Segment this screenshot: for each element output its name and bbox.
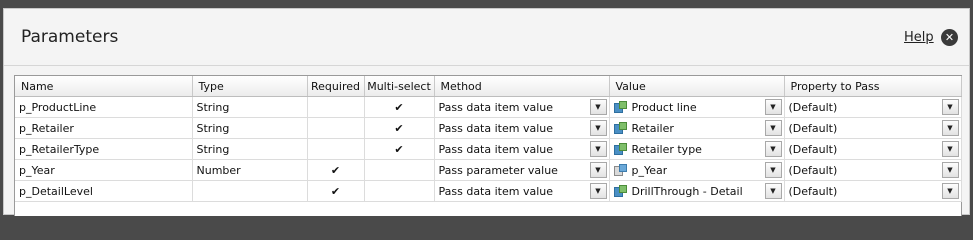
param-type (192, 180, 308, 202)
help-link[interactable]: Help (904, 30, 934, 45)
chevron-down-icon[interactable]: ▼ (589, 141, 607, 157)
multi-select-check-icon: ✔ (394, 100, 404, 114)
param-name[interactable]: p_ProductLine (15, 96, 193, 118)
value-dropdown[interactable]: Product line ▼ (609, 96, 785, 118)
required-cell[interactable] (307, 117, 365, 139)
column-header-value[interactable]: Value (609, 76, 785, 97)
chevron-down-icon[interactable]: ▼ (589, 120, 607, 136)
method-dropdown[interactable]: Pass data item value ▼ (434, 138, 610, 160)
chevron-down-icon[interactable]: ▼ (764, 99, 782, 115)
method-dropdown[interactable]: Pass parameter value ▼ (434, 159, 610, 181)
value-dropdown[interactable]: Retailer type ▼ (609, 138, 785, 160)
multi-select-cell[interactable] (364, 180, 435, 202)
chevron-down-icon[interactable]: ▼ (589, 162, 607, 178)
data-item-icon (613, 142, 627, 156)
property-dropdown[interactable]: (Default) ▼ (784, 96, 962, 118)
title-divider (4, 65, 969, 66)
close-icon[interactable]: ✕ (941, 29, 958, 46)
chevron-down-icon[interactable]: ▼ (941, 183, 959, 199)
value-dropdown[interactable]: p_Year ▼ (609, 159, 785, 181)
method-dropdown[interactable]: Pass data item value ▼ (434, 96, 610, 118)
dialog-title: Parameters (21, 27, 119, 47)
value-text: p_Year (631, 163, 668, 177)
method-value: Pass data item value (438, 142, 554, 156)
parameters-table: Name Type Required Multi-select Method V… (15, 76, 962, 202)
required-check-icon: ✔ (330, 163, 341, 177)
table-row[interactable]: p_Retailer String ✔ Pass data item value ▼ Re… (15, 117, 962, 139)
data-item-icon (613, 121, 627, 135)
data-item-icon (613, 184, 627, 198)
param-name[interactable]: p_DetailLevel (15, 180, 193, 202)
column-header-method[interactable]: Method (434, 76, 610, 97)
chevron-down-icon[interactable]: ▼ (941, 141, 959, 157)
parameter-icon (613, 163, 627, 177)
property-value: (Default) (788, 121, 838, 135)
param-type: Number (192, 159, 308, 181)
chevron-down-icon[interactable]: ▼ (764, 183, 782, 199)
column-header-required[interactable]: Required (307, 76, 365, 97)
method-dropdown[interactable]: Pass data item value ▼ (434, 117, 610, 139)
param-type: String (192, 96, 308, 118)
required-cell[interactable]: ✔ (307, 180, 365, 202)
required-cell[interactable]: ✔ (307, 159, 365, 181)
chevron-down-icon[interactable]: ▼ (764, 162, 782, 178)
chevron-down-icon[interactable]: ▼ (941, 99, 959, 115)
column-header-name[interactable]: Name (15, 76, 193, 97)
value-text: Retailer (631, 121, 674, 135)
param-type: String (192, 138, 308, 160)
parameters-dialog: Parameters Help ✕ Name Type Required Mul… (3, 8, 970, 216)
value-dropdown[interactable]: DrillThrough - Detail ▼ (609, 180, 785, 202)
chevron-down-icon[interactable]: ▼ (764, 141, 782, 157)
param-name[interactable]: p_Retailer (15, 117, 193, 139)
multi-select-cell[interactable]: ✔ (364, 117, 435, 139)
property-value: (Default) (788, 184, 838, 198)
table-row[interactable]: p_DetailLevel ✔ Pass data item value ▼ Drill… (15, 180, 962, 202)
table-row[interactable]: p_RetailerType String ✔ Pass data item valu… (15, 138, 962, 160)
table-row[interactable]: p_Year Number ✔ Pass parameter value ▼ p_Year… (15, 159, 962, 181)
required-check-icon: ✔ (330, 184, 341, 198)
property-value: (Default) (788, 163, 838, 177)
method-value: Pass data item value (438, 184, 554, 198)
property-dropdown[interactable]: (Default) ▼ (784, 138, 962, 160)
required-cell[interactable] (307, 138, 365, 160)
data-item-icon (613, 100, 627, 114)
method-value: Pass data item value (438, 100, 554, 114)
value-text: Product line (631, 100, 697, 114)
chevron-down-icon[interactable]: ▼ (941, 120, 959, 136)
chevron-down-icon[interactable]: ▼ (589, 183, 607, 199)
param-type: String (192, 117, 308, 139)
param-name[interactable]: p_RetailerType (15, 138, 193, 160)
column-header-property-to-pass[interactable]: Property to Pass (784, 76, 962, 97)
property-dropdown[interactable]: (Default) ▼ (784, 117, 962, 139)
required-cell[interactable] (307, 96, 365, 118)
property-value: (Default) (788, 100, 838, 114)
value-text: DrillThrough - Detail (631, 184, 743, 198)
value-dropdown[interactable]: Retailer ▼ (609, 117, 785, 139)
parameters-grid: Name Type Required Multi-select Method V… (14, 75, 962, 216)
multi-select-cell[interactable]: ✔ (364, 138, 435, 160)
table-row[interactable]: p_ProductLine String ✔ Pass data item value… (15, 96, 962, 118)
property-dropdown[interactable]: (Default) ▼ (784, 159, 962, 181)
value-text: Retailer type (631, 142, 702, 156)
chevron-down-icon[interactable]: ▼ (941, 162, 959, 178)
multi-select-check-icon: ✔ (394, 121, 404, 135)
method-dropdown[interactable]: Pass data item value ▼ (434, 180, 610, 202)
column-header-multi-select[interactable]: Multi-select (364, 76, 435, 97)
chevron-down-icon[interactable]: ▼ (589, 99, 607, 115)
method-value: Pass parameter value (438, 163, 558, 177)
multi-select-check-icon: ✔ (394, 142, 404, 156)
property-value: (Default) (788, 142, 838, 156)
param-name[interactable]: p_Year (15, 159, 193, 181)
header-row: Name Type Required Multi-select Method V… (15, 76, 962, 97)
multi-select-cell[interactable] (364, 159, 435, 181)
multi-select-cell[interactable]: ✔ (364, 96, 435, 118)
chevron-down-icon[interactable]: ▼ (764, 120, 782, 136)
method-value: Pass data item value (438, 121, 554, 135)
property-dropdown[interactable]: (Default) ▼ (784, 180, 962, 202)
column-header-type[interactable]: Type (192, 76, 308, 97)
